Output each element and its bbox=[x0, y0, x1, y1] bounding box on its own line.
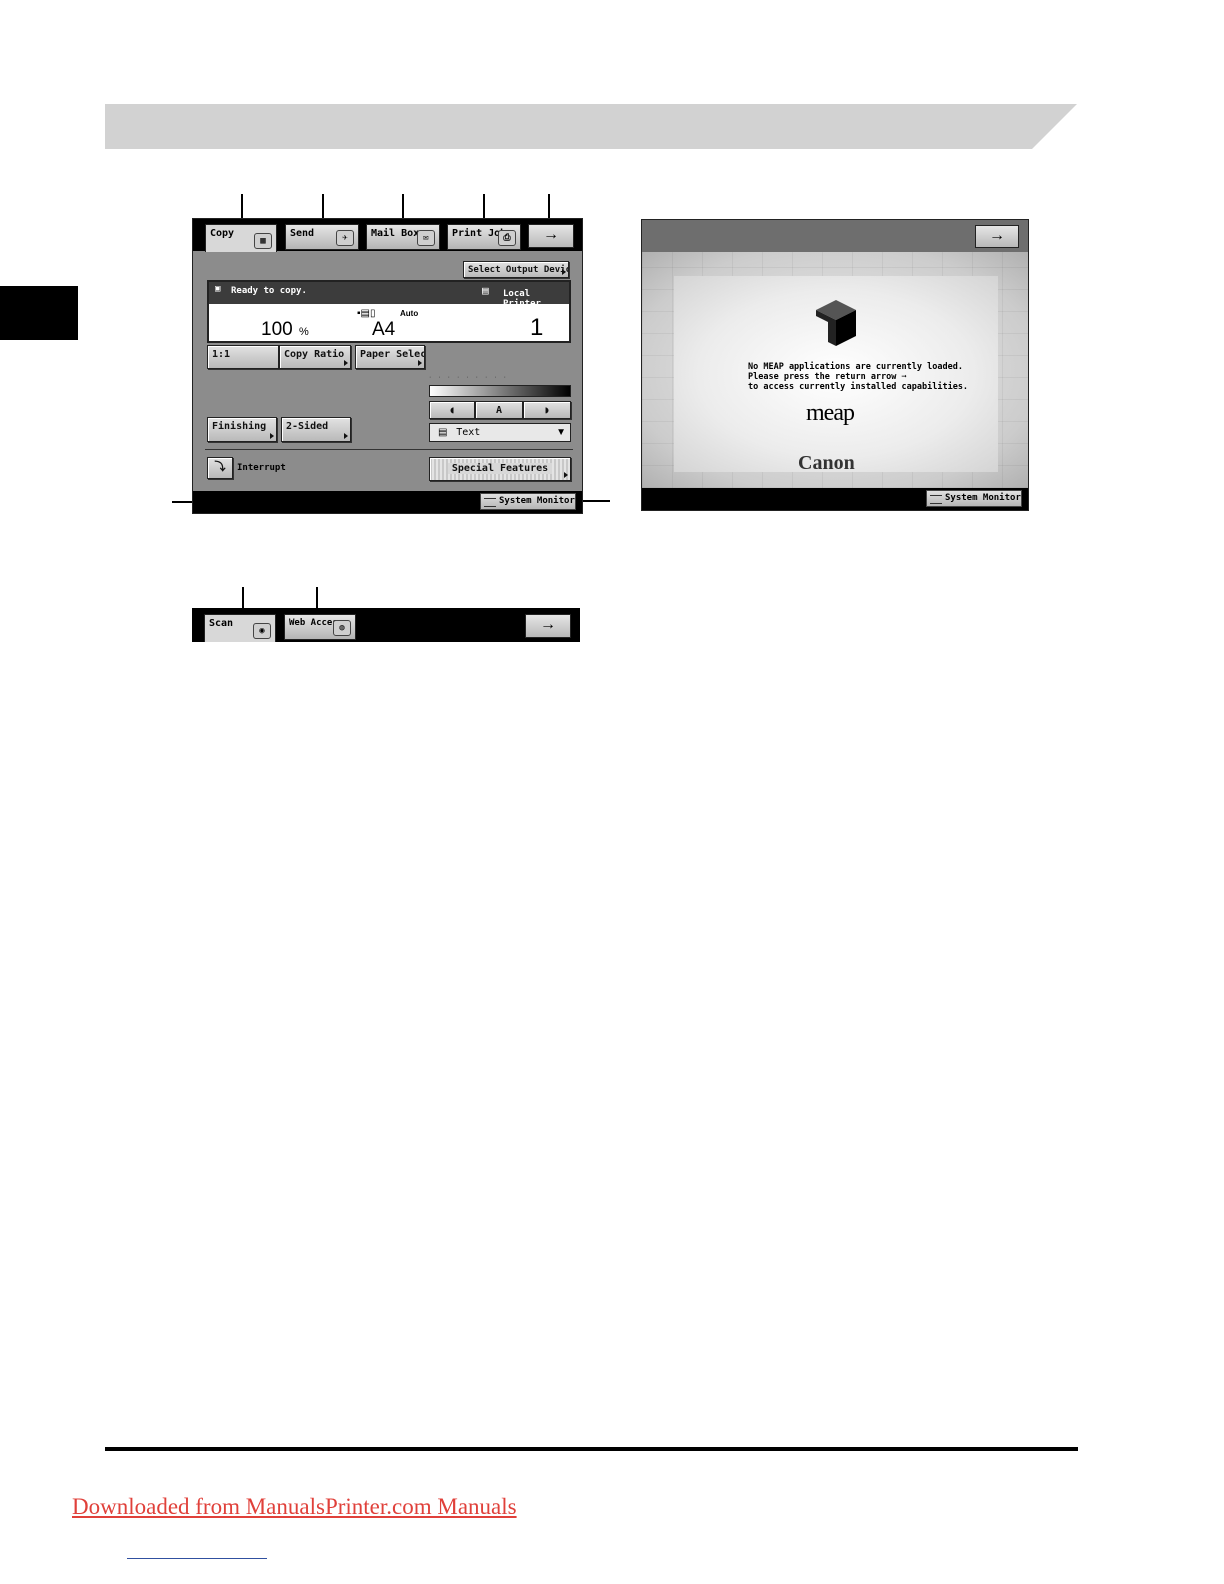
interrupt-label: Interrupt bbox=[237, 463, 286, 473]
tab-label: Scan bbox=[209, 618, 234, 629]
next-arrow-button[interactable]: → bbox=[525, 614, 571, 638]
paper-select-button[interactable]: Paper Select bbox=[355, 345, 425, 369]
next-arrow-button[interactable]: → bbox=[528, 224, 574, 248]
special-features-button[interactable]: Special Features bbox=[429, 457, 571, 481]
section-header-band bbox=[105, 104, 1077, 149]
tab-mail-box[interactable]: Mail Box ✉ bbox=[366, 224, 440, 250]
tab-label: Mail Box bbox=[371, 228, 420, 239]
canon-logo: Canon bbox=[798, 452, 855, 474]
copy-count: 1 bbox=[530, 314, 544, 341]
main-tab-strip: Copy ▦ Send ✈ Mail Box ✉ Print Job ⎙ → bbox=[193, 219, 582, 252]
meap-screen: → No MEAP applications are currently loa… bbox=[641, 219, 1029, 511]
status-bar-top: ▣ Ready to copy. ▤ Local Printer bbox=[209, 282, 569, 309]
button-label: Select Output Device bbox=[468, 265, 569, 275]
meap-message: No MEAP applications are currently loade… bbox=[748, 362, 969, 392]
copier-icon: ▦ bbox=[254, 233, 272, 249]
button-label: Finishing bbox=[212, 421, 267, 432]
chevron-down-icon: ▼ bbox=[556, 427, 566, 438]
meap-background: No MEAP applications are currently loade… bbox=[642, 252, 1028, 488]
meap-title-bar: → bbox=[642, 220, 1028, 252]
system-status-bar: System Monitor bbox=[193, 491, 582, 513]
chapter-side-tab bbox=[0, 286, 78, 340]
tab-send[interactable]: Send ✈ bbox=[285, 224, 359, 250]
extra-tab-strip: Scan ◉ Web Access ◍ → bbox=[192, 608, 580, 642]
copy-ratio-button[interactable]: Copy Ratio bbox=[279, 345, 351, 369]
finishing-button[interactable]: Finishing bbox=[207, 417, 277, 442]
output-device-label: Local Printer bbox=[503, 289, 541, 309]
status-display: ▣ Ready to copy. ▤ Local Printer ▪▤▯ Aut… bbox=[207, 280, 571, 343]
one-to-one-button[interactable]: 1:1 bbox=[207, 345, 279, 369]
tab-print-job[interactable]: Print Job ⎙ bbox=[447, 224, 521, 250]
select-output-device-button[interactable]: Select Output Device bbox=[463, 261, 569, 278]
button-label: System Monitor bbox=[945, 493, 1021, 503]
density-darker-button[interactable]: ◗ bbox=[523, 401, 571, 419]
button-label: A bbox=[495, 405, 503, 416]
document-icon: ▤ bbox=[438, 427, 448, 438]
paper-size-value: A4 bbox=[372, 319, 396, 340]
darker-icon: ◗ bbox=[543, 405, 551, 416]
mailbox-icon: ✉ bbox=[417, 230, 435, 246]
status-text: Ready to copy. bbox=[231, 286, 307, 296]
printer-icon: ⎙ bbox=[498, 230, 516, 246]
tab-scan[interactable]: Scan ◉ bbox=[204, 614, 276, 642]
interrupt-button[interactable]: ⤵ bbox=[207, 457, 233, 479]
density-auto-button[interactable]: A bbox=[475, 401, 523, 419]
right-arrow-icon: → bbox=[540, 616, 556, 633]
divider bbox=[205, 449, 573, 450]
system-monitor-button[interactable]: System Monitor bbox=[480, 493, 576, 510]
paper-mode-label: Auto bbox=[400, 309, 419, 318]
button-label: Copy Ratio bbox=[284, 349, 345, 360]
copy-ratio-value: 100 bbox=[261, 319, 293, 340]
button-label: System Monitor bbox=[499, 496, 575, 506]
tab-label: Copy bbox=[210, 228, 235, 239]
right-arrow-icon: → bbox=[543, 226, 559, 243]
printer-device-icon: ▤ bbox=[482, 284, 489, 297]
meap-cube-icon bbox=[816, 300, 856, 346]
next-arrow-button[interactable]: → bbox=[975, 225, 1019, 248]
tab-label: Send bbox=[290, 228, 315, 239]
globe-icon: ◍ bbox=[333, 620, 351, 636]
tab-web-access[interactable]: Web Access ◍ bbox=[284, 614, 356, 640]
lighter-icon: ◖ bbox=[448, 405, 456, 416]
send-icon: ✈ bbox=[336, 230, 354, 246]
image-mode-select[interactable]: ▤ Text ▼ bbox=[429, 423, 571, 442]
download-link[interactable]: Downloaded from ManualsPrinter.com Manua… bbox=[72, 1494, 517, 1520]
paper-tray-icons: ▪▤▯ bbox=[357, 308, 376, 319]
footer-rule bbox=[105, 1447, 1078, 1451]
copy-screen: Copy ▦ Send ✈ Mail Box ✉ Print Job ⎙ → S… bbox=[192, 218, 583, 514]
copy-ratio-unit: % bbox=[299, 326, 309, 338]
two-sided-button[interactable]: 2-Sided bbox=[281, 417, 351, 442]
button-label: 1:1 bbox=[212, 349, 231, 360]
interrupt-icon: ⤵ bbox=[214, 460, 226, 473]
button-label: Special Features bbox=[447, 463, 553, 474]
right-arrow-icon: → bbox=[989, 227, 1005, 244]
button-label: 2-Sided bbox=[286, 421, 329, 432]
tab-copy[interactable]: Copy ▦ bbox=[205, 224, 277, 252]
image-mode-value: Text bbox=[456, 427, 481, 438]
button-label: Paper Select bbox=[360, 349, 424, 360]
density-gradient-bar bbox=[429, 385, 571, 397]
density-lighter-button[interactable]: ◖ bbox=[429, 401, 475, 419]
scanner-icon: ◉ bbox=[253, 623, 271, 639]
system-status-bar: System Monitor bbox=[642, 488, 1028, 510]
meap-logo: meap bbox=[806, 400, 855, 426]
footer-small-rule bbox=[127, 1558, 267, 1559]
copier-status-icon: ▣ bbox=[215, 284, 221, 294]
density-scale-ticks: ········· bbox=[429, 374, 513, 381]
system-monitor-button[interactable]: System Monitor bbox=[926, 490, 1022, 507]
